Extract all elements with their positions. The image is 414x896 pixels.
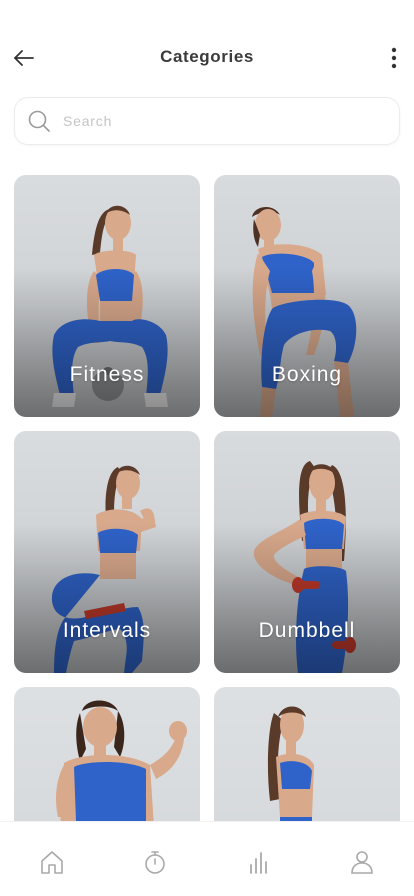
category-6-photo (267, 706, 314, 821)
top-app-bar: Categories (0, 0, 414, 90)
more-options-button[interactable] (380, 44, 408, 72)
nav-stats[interactable] (235, 848, 283, 876)
category-label: Dumbbell (258, 619, 356, 642)
stats-icon (249, 852, 267, 874)
profile-icon (351, 851, 374, 874)
category-card-6[interactable] (214, 687, 400, 821)
category-card-5[interactable] (14, 687, 200, 821)
category-card-fitness[interactable]: Fitness (14, 175, 200, 417)
search-input[interactable] (63, 113, 363, 129)
category-label: Boxing (271, 363, 343, 386)
search-bar[interactable] (14, 97, 400, 145)
category-label: Fitness (69, 363, 145, 386)
nav-home[interactable] (28, 848, 76, 876)
home-icon (40, 851, 63, 874)
category-card-dumbbell[interactable]: Dumbbell (214, 431, 400, 673)
bottom-navigation (0, 821, 414, 896)
search-icon (27, 109, 51, 133)
page-title: Categories (160, 47, 254, 66)
category-5-photo (56, 700, 187, 821)
nav-timer[interactable] (131, 848, 179, 876)
more-vertical-icon (391, 47, 397, 69)
nav-profile[interactable] (338, 848, 386, 876)
category-grid: Fitness Boxing Intervals Dumbbell (14, 175, 400, 821)
category-label: Intervals (62, 619, 152, 642)
category-card-intervals[interactable]: Intervals (14, 431, 200, 673)
category-card-boxing[interactable]: Boxing (214, 175, 400, 417)
stopwatch-icon (145, 851, 166, 874)
